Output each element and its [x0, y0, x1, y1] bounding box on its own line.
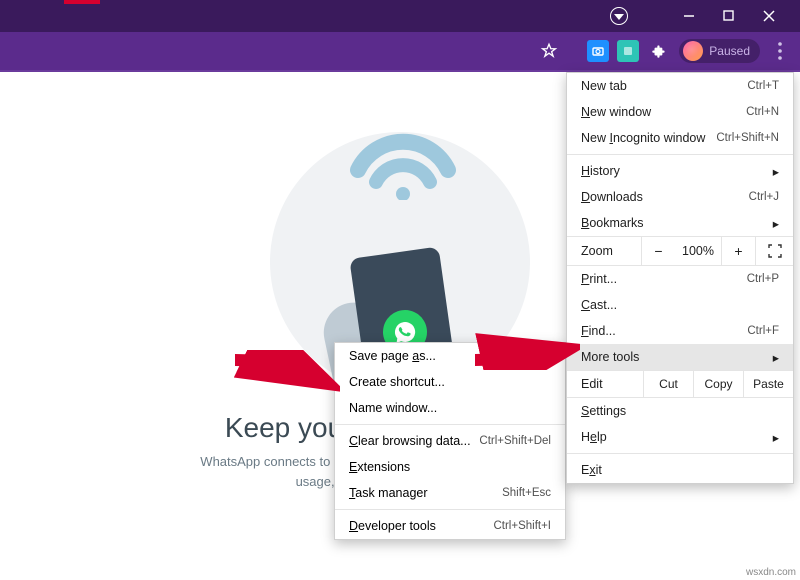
annotation-arrow-left: [230, 350, 340, 410]
bookmark-star-icon[interactable]: [537, 39, 561, 63]
chevron-right-icon: ▸: [773, 430, 779, 445]
wifi-icon: [348, 120, 458, 200]
submenu-developer-tools[interactable]: Developer tools Ctrl+Shift+I: [335, 513, 565, 539]
menu-separator: [335, 509, 565, 510]
chevron-right-icon: ▸: [773, 216, 779, 231]
main-menu: New tab Ctrl+T New window Ctrl+N New Inc…: [566, 72, 794, 484]
profile-indicator[interactable]: [610, 7, 628, 25]
zoom-in-button[interactable]: +: [721, 237, 755, 265]
menu-help[interactable]: Help ▸: [567, 424, 793, 450]
annotation-arrow-right: [470, 310, 580, 370]
zoom-value: 100%: [675, 244, 721, 258]
edit-paste-button[interactable]: Paste: [743, 371, 793, 397]
menu-find[interactable]: Find... Ctrl+F: [567, 318, 793, 344]
active-tab-accent: [64, 0, 100, 4]
menu-edit: Edit Cut Copy Paste: [567, 370, 793, 398]
menu-print[interactable]: Print... Ctrl+P: [567, 266, 793, 292]
menu-downloads[interactable]: Downloads Ctrl+J: [567, 184, 793, 210]
browser-toolbar: Paused: [0, 32, 800, 72]
extension-camera-icon[interactable]: [587, 40, 609, 62]
fullscreen-button[interactable]: [755, 237, 793, 265]
menu-cast[interactable]: Cast...: [567, 292, 793, 318]
menu-dots-icon[interactable]: [768, 39, 792, 63]
menu-new-incognito[interactable]: New Incognito window Ctrl+Shift+N: [567, 125, 793, 151]
title-bar: [0, 0, 800, 32]
menu-settings[interactable]: Settings: [567, 398, 793, 424]
window-controls: [658, 5, 800, 27]
menu-zoom: Zoom − 100% +: [567, 236, 793, 266]
menu-new-tab[interactable]: New tab Ctrl+T: [567, 73, 793, 99]
submenu-create-shortcut[interactable]: Create shortcut...: [335, 369, 565, 395]
submenu-task-manager[interactable]: Task manager Shift+Esc: [335, 480, 565, 506]
avatar-icon: [683, 41, 703, 61]
chevron-right-icon: ▸: [773, 350, 779, 365]
menu-exit[interactable]: Exit: [567, 457, 793, 483]
menu-separator: [567, 154, 793, 155]
more-tools-submenu: Save page as... Ctrl+S Create shortcut..…: [334, 342, 566, 540]
menu-bookmarks[interactable]: Bookmarks ▸: [567, 210, 793, 236]
maximize-button[interactable]: [718, 5, 740, 27]
edit-copy-button[interactable]: Copy: [693, 371, 743, 397]
menu-new-window[interactable]: New window Ctrl+N: [567, 99, 793, 125]
submenu-clear-browsing[interactable]: Clear browsing data... Ctrl+Shift+Del: [335, 428, 565, 454]
minimize-button[interactable]: [678, 5, 700, 27]
close-button[interactable]: [758, 5, 780, 27]
profile-pill[interactable]: Paused: [679, 39, 760, 63]
menu-history[interactable]: History ▸: [567, 158, 793, 184]
menu-more-tools[interactable]: More tools ▸: [567, 344, 793, 370]
profile-state-label: Paused: [709, 44, 750, 58]
extension-green-icon[interactable]: [617, 40, 639, 62]
watermark: wsxdn.com: [746, 567, 796, 578]
edit-cut-button[interactable]: Cut: [643, 371, 693, 397]
extensions-puzzle-icon[interactable]: [647, 39, 671, 63]
zoom-out-button[interactable]: −: [641, 237, 675, 265]
submenu-name-window[interactable]: Name window...: [335, 395, 565, 421]
menu-separator: [567, 453, 793, 454]
submenu-extensions[interactable]: Extensions: [335, 454, 565, 480]
chevron-right-icon: ▸: [773, 164, 779, 179]
menu-separator: [335, 424, 565, 425]
